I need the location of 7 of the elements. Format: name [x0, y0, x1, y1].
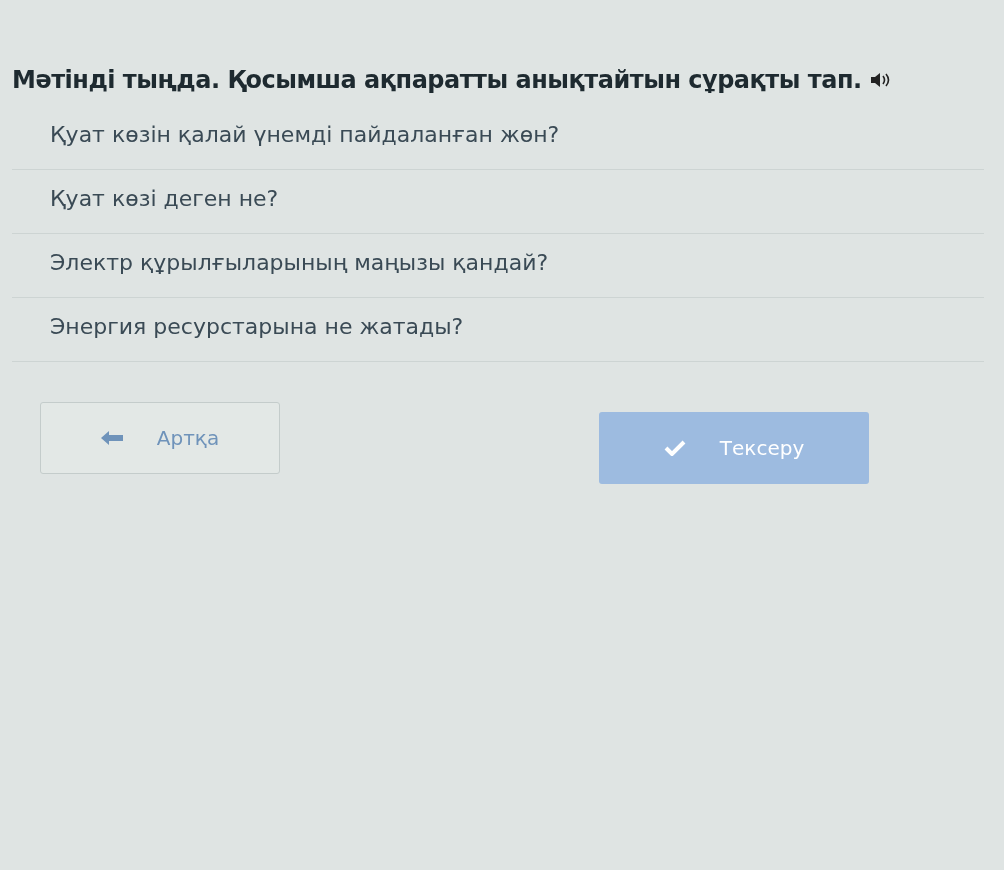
answer-option[interactable]: Энергия ресурстарына не жатады?	[12, 298, 984, 362]
checkmark-icon	[663, 440, 686, 456]
answer-option[interactable]: Қуат көзін қалай үнемді пайдаланған жөн?	[12, 106, 984, 170]
question-title: Мәтінді тыңда. Қосымша ақпаратты анықтайтын сұрақты тап.	[12, 66, 862, 94]
answer-option[interactable]: Электр құрылғыларының маңызы қандай?	[12, 234, 984, 298]
answer-option[interactable]: Қуат көзі деген не?	[12, 170, 984, 234]
arrow-left-icon	[100, 431, 123, 445]
